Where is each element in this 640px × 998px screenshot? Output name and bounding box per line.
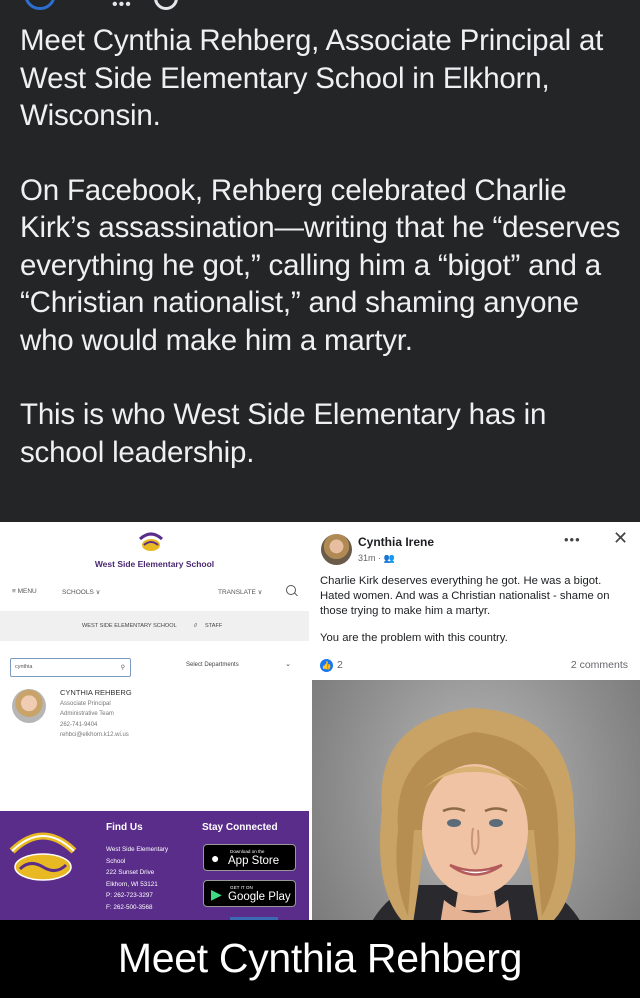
fb-post-paragraph: Charlie Kirk deserves everything he got.… bbox=[320, 575, 610, 618]
department-select[interactable]: Select Departments ⌄ bbox=[186, 661, 291, 668]
wildcat-logo-icon bbox=[138, 532, 164, 551]
address-line: School bbox=[106, 857, 126, 865]
address-line[interactable]: P: 262-723-3297 bbox=[106, 890, 168, 902]
fb-timestamp: 31m · 👥 bbox=[358, 553, 395, 564]
reaction-count[interactable]: 2 bbox=[337, 659, 343, 671]
apple-icon: ● bbox=[211, 850, 220, 866]
fb-time-text: 31m · bbox=[358, 553, 384, 563]
find-us-heading: Find Us bbox=[106, 822, 143, 833]
top-icon-row: ••• bbox=[0, 0, 640, 14]
profile-icon[interactable] bbox=[24, 0, 56, 10]
staff-team: Administrative Team bbox=[60, 711, 114, 717]
staff-name[interactable]: CYNTHIA REHBERG bbox=[60, 688, 132, 699]
staff-avatar bbox=[12, 689, 46, 723]
address-line: F: 262-500-3568 bbox=[106, 903, 153, 911]
staff-search-input[interactable]: cynthia ⚲ bbox=[10, 658, 131, 677]
department-select-label: Select Departments bbox=[186, 662, 239, 668]
fb-post-body: Charlie Kirk deserves everything he got.… bbox=[320, 574, 632, 657]
menu-button[interactable]: ≡ MENU bbox=[12, 588, 37, 595]
address-line: 222 Sunset Drive bbox=[106, 869, 155, 876]
school-website-screenshot: West Side Elementary School ≡ MENU SCHOO… bbox=[0, 522, 309, 922]
google-play-label: Google Play bbox=[228, 891, 291, 903]
post-text: Meet Cynthia Rehberg, Associate Principa… bbox=[20, 22, 630, 471]
address-block: West Side Elementary School 222 Sunset D… bbox=[106, 844, 168, 913]
search-icon[interactable]: ⚲ bbox=[121, 664, 125, 671]
post-image[interactable]: West Side Elementary School ≡ MENU SCHOO… bbox=[0, 522, 640, 998]
address-line: Elkhorn, WI 53121 bbox=[106, 880, 158, 888]
like-reaction-icon[interactable]: 👍 bbox=[320, 659, 333, 672]
west-side-wildcats-logo-icon bbox=[9, 832, 77, 881]
site-footer: Find Us West Side Elementary School 222 … bbox=[0, 811, 309, 922]
fb-post-paragraph: You are the problem with this country. bbox=[320, 631, 508, 644]
translate-menu[interactable]: TRANSLATE ∨ bbox=[218, 588, 262, 596]
google-play-button[interactable]: ▶ GET IT ON Google Play bbox=[203, 880, 296, 907]
post-paragraph: Meet Cynthia Rehberg, Associate Principa… bbox=[20, 24, 604, 132]
school-name: West Side Elementary School bbox=[94, 559, 215, 569]
post-paragraph: On Facebook, Rehberg celebrated Charlie … bbox=[20, 173, 621, 357]
google-play-small-text: GET IT ON bbox=[230, 885, 253, 890]
stay-connected-heading: Stay Connected bbox=[202, 822, 278, 833]
fb-avatar[interactable] bbox=[321, 534, 352, 565]
close-icon[interactable]: ✕ bbox=[613, 528, 628, 549]
breadcrumb-separator: // bbox=[194, 623, 198, 629]
staff-phone[interactable]: 262-741-9404 bbox=[60, 720, 132, 731]
caption-text: Meet Cynthia Rehberg bbox=[117, 935, 523, 981]
caption-bar: Meet Cynthia Rehberg bbox=[0, 920, 640, 998]
staff-email[interactable]: rehbci@elkhorn.k12.wi.us bbox=[60, 730, 132, 741]
address-line: West Side Elementary bbox=[106, 846, 169, 853]
post-paragraph: This is who West Side Elementary has in … bbox=[20, 398, 547, 469]
schools-menu[interactable]: SCHOOLS ∨ bbox=[62, 588, 100, 596]
chevron-down-icon: ⌄ bbox=[285, 661, 291, 668]
friends-icon: 👥 bbox=[383, 553, 395, 563]
app-store-small-text: Download on the bbox=[230, 849, 265, 854]
share-icon[interactable] bbox=[154, 0, 178, 10]
staff-title: Associate Principal bbox=[60, 700, 111, 707]
comments-count[interactable]: 2 comments bbox=[571, 659, 628, 671]
site-nav: ≡ MENU SCHOOLS ∨ TRANSLATE ∨ bbox=[0, 584, 309, 600]
fb-author-name[interactable]: Cynthia Irene bbox=[358, 535, 434, 549]
facebook-post-screenshot: Cynthia Irene 31m · 👥 ••• ✕ Charlie Kirk… bbox=[312, 522, 640, 677]
play-icon: ▶ bbox=[211, 886, 222, 902]
search-icon[interactable] bbox=[286, 585, 296, 595]
breadcrumb-school[interactable]: WEST SIDE ELEMENTARY SCHOOL bbox=[82, 623, 177, 629]
staff-entry: CYNTHIA REHBERG Associate Principal Admi… bbox=[60, 688, 132, 741]
search-value: cynthia bbox=[15, 664, 33, 670]
app-store-button[interactable]: ● Download on the App Store bbox=[203, 844, 296, 871]
breadcrumb-staff[interactable]: STAFF bbox=[205, 623, 222, 629]
more-icon[interactable]: ••• bbox=[112, 0, 132, 14]
breadcrumb: WEST SIDE ELEMENTARY SCHOOL // STAFF bbox=[0, 611, 309, 641]
app-store-label: App Store bbox=[228, 855, 280, 867]
more-options-icon[interactable]: ••• bbox=[564, 532, 581, 547]
